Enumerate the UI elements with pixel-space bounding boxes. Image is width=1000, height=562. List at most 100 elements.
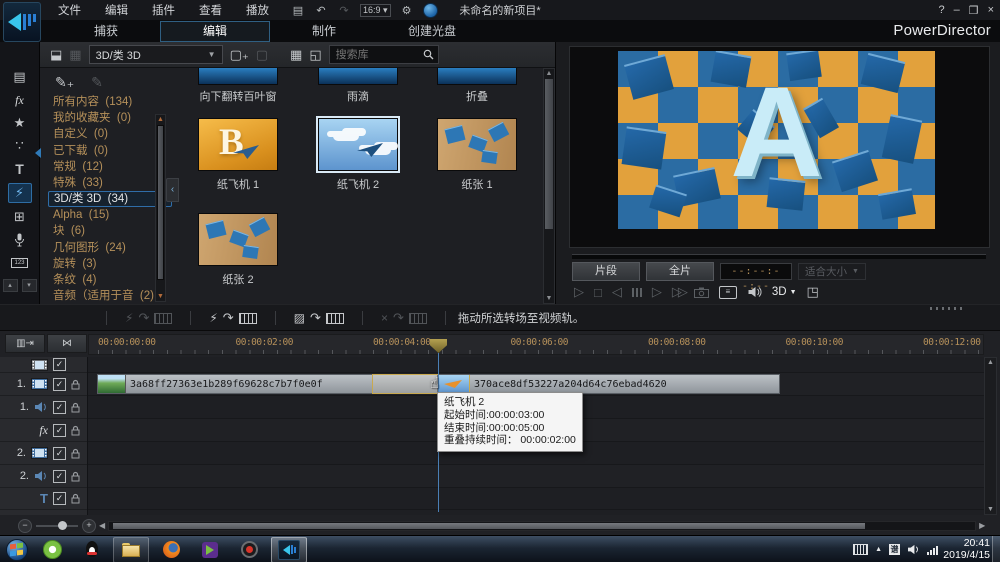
scroll-down-icon[interactable]: ▼	[544, 295, 554, 302]
search-input[interactable]	[333, 47, 420, 62]
scrollbar-thumb[interactable]	[157, 125, 164, 280]
resize-thumbnails-icon[interactable]: ◱	[309, 47, 321, 63]
close-button[interactable]: ×	[988, 4, 994, 16]
taskbar-powerdirector[interactable]	[271, 536, 307, 562]
zoom-in-icon[interactable]: +	[82, 518, 96, 533]
particle-room-icon[interactable]: ∵	[9, 137, 31, 155]
category-旋转[interactable]: 旋转 (3)	[48, 256, 172, 272]
timeline-vertical-scrollbar[interactable]: ▲ ▼	[984, 357, 997, 515]
transition-thumb-纸飞机 2[interactable]	[316, 116, 400, 173]
taskbar-screen-recorder-play[interactable]	[193, 538, 227, 562]
tab-制作[interactable]: 制作	[270, 20, 378, 42]
transition-thumb-向下翻转百叶窗[interactable]	[198, 68, 278, 85]
folder-icon[interactable]: ▢	[256, 47, 268, 63]
transition-drop-zone[interactable]	[372, 374, 439, 394]
category-dropdown[interactable]: 3D/类 3D ▼	[88, 45, 223, 64]
rail-scroll-up-icon[interactable]: ▴	[2, 279, 18, 292]
category-3D/类 3D[interactable]: 3D/类 3D (34)	[48, 191, 172, 208]
track-manager-button[interactable]: ▥⇥	[5, 334, 45, 353]
tab-捕获[interactable]: 捕获	[52, 20, 160, 42]
chapter-room-icon[interactable]: 123	[9, 254, 31, 272]
transition-thumb-雨滴[interactable]	[318, 68, 398, 85]
transition-thumb-纸飞机 1[interactable]: B	[198, 118, 278, 171]
voice-over-room-icon[interactable]	[9, 231, 31, 249]
menu-编辑[interactable]: 编辑	[93, 2, 140, 18]
scroll-up-icon[interactable]: ▲	[544, 70, 554, 77]
grid-view-icon[interactable]: ▦	[290, 47, 302, 63]
audio-mixing-room-icon[interactable]: ⊞	[9, 208, 31, 226]
zoom-slider-knob[interactable]	[58, 520, 67, 530]
track-enable-checkbox[interactable]: ✓	[53, 358, 66, 371]
timecode-display[interactable]: --:--:--:--	[720, 263, 792, 292]
menu-插件[interactable]: 插件	[140, 2, 187, 18]
scroll-up-icon[interactable]: ▲	[156, 116, 165, 123]
new-folder-icon[interactable]: ▢₊	[230, 47, 249, 63]
3d-mode-button[interactable]: 3D ▼	[772, 286, 797, 298]
scroll-left-icon[interactable]: ◀	[99, 521, 105, 530]
track-enable-checkbox[interactable]: ✓	[53, 377, 66, 391]
category-自定义[interactable]: 自定义 (0)	[48, 126, 172, 142]
tab-编辑[interactable]: 编辑	[160, 20, 270, 42]
transition-room-icon[interactable]: ⚡	[7, 183, 32, 203]
keyboard-tray-icon[interactable]	[853, 544, 869, 555]
show-desktop-button[interactable]	[992, 536, 1000, 562]
effect-room-icon[interactable]: fx	[9, 91, 31, 109]
menu-查看[interactable]: 查看	[187, 2, 234, 18]
snap-button[interactable]: ⋈	[47, 334, 87, 353]
scrollbar-thumb[interactable]	[545, 79, 553, 229]
taskbar-recorder[interactable]	[232, 538, 266, 562]
scroll-down-icon[interactable]: ▼	[156, 293, 165, 300]
transition-thumb-折叠[interactable]	[437, 68, 517, 85]
search-icon[interactable]	[423, 49, 434, 60]
category-已下载[interactable]: 已下载 (0)	[48, 143, 172, 159]
lock-icon[interactable]	[71, 448, 80, 459]
panel-resize-handle[interactable]	[930, 307, 964, 310]
restore-button[interactable]: ❐	[969, 4, 979, 17]
category-特殊[interactable]: 特殊 (33)	[48, 175, 172, 191]
step-icon[interactable]	[631, 287, 642, 297]
rail-scroll-down-icon[interactable]: ▾	[21, 279, 37, 292]
add-tag-icon[interactable]: ✎₊	[55, 74, 74, 91]
track-enable-checkbox[interactable]: ✓	[53, 400, 66, 414]
category-音频（适用于音[interactable]: 音频（适用于音 (2)	[48, 288, 172, 304]
title-room-icon[interactable]: T	[9, 160, 31, 178]
timeline-clip-2[interactable]: 370ace8df53227a204d64c76ebad4620	[437, 374, 780, 394]
category-Alpha[interactable]: Alpha (15)	[48, 207, 172, 223]
help-button[interactable]: ?	[938, 4, 944, 16]
movie-mode-button[interactable]: 全片	[646, 262, 714, 281]
transition-thumb-纸张 1[interactable]	[437, 118, 517, 171]
tray-expand-icon[interactable]: ▲	[875, 546, 882, 553]
timeline-horizontal-scrollbar[interactable]	[108, 520, 977, 531]
taskbar-qq[interactable]	[74, 538, 108, 562]
track-enable-checkbox[interactable]: ✓	[53, 423, 66, 437]
remove-tag-icon[interactable]: ✎	[91, 74, 103, 91]
scroll-up-icon[interactable]: ▲	[985, 359, 996, 366]
previous-frame-icon[interactable]: ◁	[612, 284, 622, 300]
track-enable-checkbox[interactable]: ✓	[53, 469, 66, 483]
tab-创建光盘[interactable]: 创建光盘	[378, 20, 486, 42]
apply-fading-to-all-button[interactable]: ⚡ ↷	[107, 310, 190, 326]
taskbar-browser-360[interactable]	[35, 538, 69, 562]
clip-mode-button[interactable]: 片段	[572, 262, 640, 281]
import-media-icon[interactable]: ⬓	[50, 47, 62, 63]
track-row[interactable]	[88, 488, 984, 510]
track-enable-checkbox[interactable]: ✓	[53, 492, 66, 505]
fit-size-dropdown[interactable]: 适合大小 ▼	[798, 263, 866, 280]
scroll-right-icon[interactable]: ▶	[979, 521, 985, 530]
remove-all-transitions-button[interactable]: × ↷	[363, 310, 445, 326]
category-块[interactable]: 块 (6)	[48, 223, 172, 239]
thumbnails-scrollbar[interactable]: ▲ ▼	[543, 68, 555, 304]
apply-random-to-all-button[interactable]: ⚡ ↷	[191, 310, 274, 326]
fast-forward-icon[interactable]: ▷▷	[672, 284, 688, 300]
category-所有内容[interactable]: 所有内容 (134)	[48, 94, 172, 110]
category-条纹[interactable]: 条纹 (4)	[48, 272, 172, 288]
menu-播放[interactable]: 播放	[234, 2, 281, 18]
preview-seek-bar[interactable]	[572, 254, 986, 259]
apply-selected-to-all-button[interactable]: ▨ ↷	[276, 310, 362, 326]
detach-preview-icon[interactable]: ◳	[807, 284, 819, 300]
scrollbar-thumb[interactable]	[113, 522, 866, 529]
capture-media-icon[interactable]: ▦	[69, 47, 81, 63]
category-几何图形[interactable]: 几何图形 (24)	[48, 240, 172, 256]
taskbar-clock[interactable]: 20:41 2019/4/15	[943, 537, 990, 561]
lock-icon[interactable]	[71, 493, 80, 504]
